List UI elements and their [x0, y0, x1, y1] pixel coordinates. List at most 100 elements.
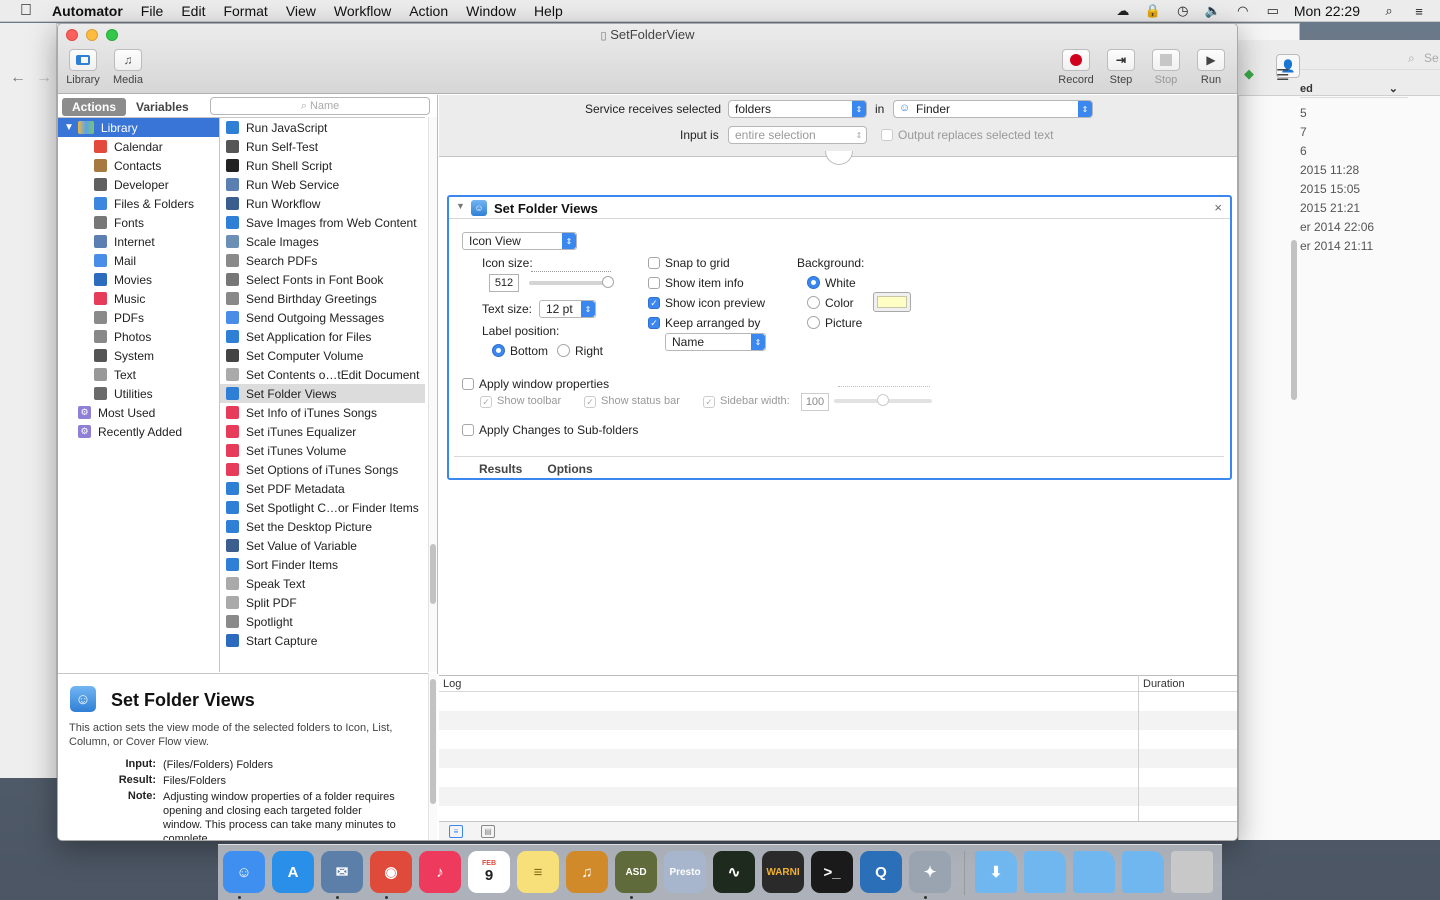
back-arrow-icon[interactable]: ←	[10, 69, 26, 87]
dock-app-itunes[interactable]: ♪	[419, 851, 461, 893]
action-list-item[interactable]: Set Computer Volume	[220, 346, 425, 365]
scrollbar-thumb[interactable]	[430, 544, 436, 604]
battery-icon[interactable]: ▭	[1264, 3, 1282, 19]
sidebar-width-field[interactable]: 100	[801, 393, 829, 411]
sidebar-item-developer[interactable]: Developer	[58, 175, 219, 194]
list-view-icon[interactable]: ≡	[449, 825, 463, 838]
dock-app-automator[interactable]: ✦	[909, 851, 951, 893]
action-list-item[interactable]: Spotlight	[220, 612, 425, 631]
wifi-icon[interactable]: ◠	[1234, 3, 1252, 19]
action-list-item[interactable]: Run Web Service	[220, 175, 425, 194]
icon-size-slider[interactable]	[529, 276, 614, 288]
trash-icon[interactable]	[1171, 851, 1213, 893]
action-list-item[interactable]: Set iTunes Equalizer	[220, 422, 425, 441]
slider-knob[interactable]	[877, 394, 889, 406]
sidebar-width-checkbox[interactable]: ✓	[703, 396, 715, 408]
menu-app-name[interactable]: Automator	[52, 3, 123, 19]
folder-icon[interactable]: ⬇	[975, 851, 1017, 893]
cloud-icon[interactable]: ☁	[1114, 3, 1132, 19]
dock-app-asd[interactable]: ASD	[615, 851, 657, 893]
sidebar-item-most-used[interactable]: ⚙ Most Used	[58, 403, 219, 422]
label-bottom-radio[interactable]	[492, 344, 505, 357]
snap-to-grid-checkbox[interactable]	[648, 257, 660, 269]
action-list-item[interactable]: Set Info of iTunes Songs	[220, 403, 425, 422]
menu-edit[interactable]: Edit	[181, 3, 205, 19]
library-button[interactable]: Library	[63, 49, 103, 86]
action-list-item[interactable]: Set PDF Metadata	[220, 479, 425, 498]
sidebar-item-fonts[interactable]: Fonts	[58, 213, 219, 232]
spotlight-search-icon[interactable]: ⌕	[1380, 3, 1398, 19]
arrange-by-popup[interactable]: Name ⇕	[665, 333, 766, 351]
sidebar-item-internet[interactable]: Internet	[58, 232, 219, 251]
sidebar-item-movies[interactable]: Movies	[58, 270, 219, 289]
menu-clock[interactable]: Mon 22:29	[1294, 3, 1360, 19]
action-list-item[interactable]: Set Contents o…tEdit Document	[220, 365, 425, 384]
action-list-item[interactable]: Set Value of Variable	[220, 536, 425, 555]
view-mode-popup[interactable]: Icon View ⇕	[462, 232, 577, 250]
action-list-item[interactable]: Sort Finder Items	[220, 555, 425, 574]
action-list-item[interactable]: Save Images from Web Content	[220, 213, 425, 232]
action-list-item[interactable]: Start Capture	[220, 631, 425, 650]
background-row[interactable]: 2015 21:21	[1300, 201, 1360, 215]
media-button[interactable]: ♫ Media	[108, 49, 148, 86]
dock-app-chrome[interactable]: ◉	[370, 851, 412, 893]
action-list-item[interactable]: Set the Desktop Picture	[220, 517, 425, 536]
action-list-item[interactable]: Search PDFs	[220, 251, 425, 270]
background-row[interactable]: er 2014 21:11	[1300, 239, 1373, 253]
record-button[interactable]: Record	[1056, 49, 1096, 86]
dock-app-terminal[interactable]: >_	[811, 851, 853, 893]
forward-arrow-icon[interactable]: →	[36, 69, 52, 87]
background-row[interactable]: 2015 15:05	[1300, 182, 1360, 196]
action-list-item[interactable]: Set iTunes Volume	[220, 441, 425, 460]
dock-app-garageband[interactable]: ♫	[566, 851, 608, 893]
background-row[interactable]: 6	[1300, 144, 1307, 158]
sidebar-item-music[interactable]: Music	[58, 289, 219, 308]
tab-results[interactable]: Results	[454, 457, 522, 478]
action-list-item[interactable]: Run Workflow	[220, 194, 425, 213]
run-button[interactable]: ▶ Run	[1191, 49, 1231, 86]
receives-popup[interactable]: folders ⇕	[728, 100, 867, 118]
menu-file[interactable]: File	[141, 3, 164, 19]
background-search-placeholder[interactable]: Se	[1424, 51, 1439, 65]
sidebar-item-calendar[interactable]: Calendar	[58, 137, 219, 156]
action-list-item[interactable]: Set Spotlight C…or Finder Items	[220, 498, 425, 517]
action-list-item[interactable]: Run Shell Script	[220, 156, 425, 175]
apply-subfolders-checkbox[interactable]	[462, 424, 474, 436]
application-popup[interactable]: ☺ Finder ⇕	[893, 100, 1093, 118]
color-well[interactable]	[873, 292, 911, 312]
background-column-header[interactable]: ed ⌄	[1300, 80, 1408, 98]
show-status-bar-checkbox[interactable]: ✓	[584, 396, 596, 408]
scrollbar-thumb[interactable]	[430, 679, 436, 804]
text-size-popup[interactable]: 12 pt ⇕	[539, 300, 596, 318]
background-color-radio[interactable]	[807, 296, 820, 309]
background-row[interactable]: er 2014 22:06	[1300, 220, 1374, 234]
tab-options[interactable]: Options	[522, 457, 592, 478]
dock-app-calendar[interactable]: FEB 9	[468, 851, 510, 893]
menu-format[interactable]: Format	[223, 3, 267, 19]
log-column-header[interactable]: Log	[443, 678, 461, 690]
sidebar-item-pdfs[interactable]: PDFs	[58, 308, 219, 327]
action-list-item[interactable]: Send Birthday Greetings	[220, 289, 425, 308]
sidebar-width-slider[interactable]	[834, 394, 932, 406]
action-list-item[interactable]: Set Application for Files	[220, 327, 425, 346]
actions-scrollbar[interactable]	[428, 117, 437, 672]
sidebar-item-mail[interactable]: Mail	[58, 251, 219, 270]
output-replaces-checkbox[interactable]	[881, 129, 893, 141]
dock-app-app-store[interactable]: A	[272, 851, 314, 893]
step-button[interactable]: ⇥ Step	[1101, 49, 1141, 86]
folder-icon[interactable]	[1122, 851, 1164, 893]
dock-app-finder[interactable]: ☺	[223, 851, 265, 893]
sidebar-item-recently-added[interactable]: ⚙ Recently Added	[58, 422, 219, 441]
sidebar-item-system[interactable]: System	[58, 346, 219, 365]
split-view-icon[interactable]: ▤	[481, 825, 495, 838]
sidebar-item-files-folders[interactable]: Files & Folders	[58, 194, 219, 213]
action-list-item[interactable]: Run JavaScript	[220, 118, 425, 137]
sidebar-item-photos[interactable]: Photos	[58, 327, 219, 346]
menu-action[interactable]: Action	[409, 3, 448, 19]
keep-arranged-checkbox[interactable]: ✓	[648, 317, 660, 329]
sidebar-item-contacts[interactable]: Contacts	[58, 156, 219, 175]
show-toolbar-checkbox[interactable]: ✓	[480, 396, 492, 408]
action-list-item[interactable]: Select Fonts in Font Book	[220, 270, 425, 289]
menu-workflow[interactable]: Workflow	[334, 3, 391, 19]
notification-center-icon[interactable]: ≡	[1410, 3, 1428, 19]
